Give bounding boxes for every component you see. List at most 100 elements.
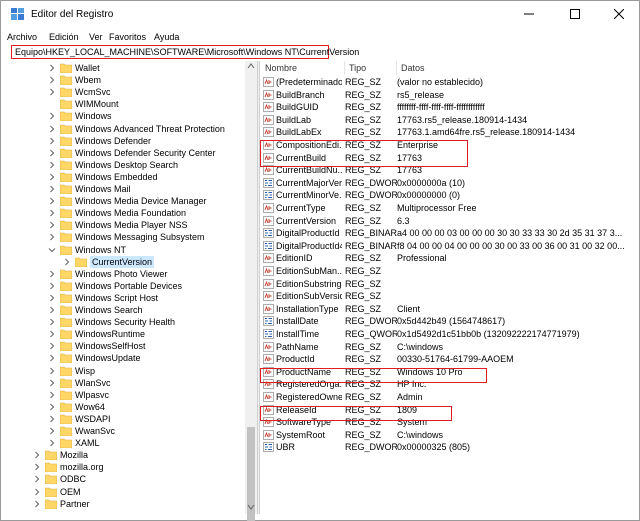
- tree-item[interactable]: WcmSvc: [1, 86, 245, 98]
- tree-item[interactable]: Windows: [1, 110, 245, 122]
- chevron-right-icon[interactable]: [33, 500, 41, 508]
- tree-item[interactable]: Mozilla: [1, 449, 245, 461]
- value-row[interactable]: ProductId REG_SZ 00330-51764-61799-AAOEM: [261, 353, 639, 366]
- chevron-right-icon[interactable]: [48, 137, 56, 145]
- value-row[interactable]: CurrentType REG_SZ Multiprocessor Free: [261, 202, 639, 215]
- value-row[interactable]: EditionSubstring REG_SZ: [261, 278, 639, 291]
- tree-item[interactable]: Windows Photo Viewer: [1, 268, 245, 280]
- close-button[interactable]: [597, 1, 640, 27]
- tree-item[interactable]: Partner: [1, 498, 245, 510]
- chevron-right-icon[interactable]: [48, 185, 56, 193]
- value-row[interactable]: EditionID REG_SZ Professional: [261, 252, 639, 265]
- tree-scrollbar[interactable]: [245, 61, 257, 521]
- tree-item[interactable]: WindowsUpdate: [1, 352, 245, 364]
- chevron-right-icon[interactable]: [48, 427, 56, 435]
- tree-item[interactable]: Windows Defender: [1, 135, 245, 147]
- chevron-right-icon[interactable]: [48, 391, 56, 399]
- values-list[interactable]: Nombre Tipo Datos (Predeterminado) REG_SZ…: [261, 61, 639, 514]
- chevron-right-icon[interactable]: [48, 149, 56, 157]
- chevron-right-icon[interactable]: [48, 330, 56, 338]
- chevron-right-icon[interactable]: [33, 475, 41, 483]
- minimize-button[interactable]: [507, 1, 551, 27]
- chevron-right-icon[interactable]: [48, 233, 56, 241]
- chevron-right-icon[interactable]: [63, 258, 71, 266]
- tree-item[interactable]: WwanSvc: [1, 425, 245, 437]
- tree-item[interactable]: CurrentVersion: [1, 255, 245, 268]
- chevron-right-icon[interactable]: [33, 488, 41, 496]
- tree-item[interactable]: WindowsSelfHost: [1, 340, 245, 352]
- tree-item[interactable]: Wow64: [1, 401, 245, 413]
- menu-edicion[interactable]: Edición: [49, 32, 79, 42]
- tree-item[interactable]: ODBC: [1, 473, 245, 485]
- maximize-button[interactable]: [553, 1, 597, 27]
- value-row[interactable]: CompositionEdi... REG_SZ Enterprise: [261, 139, 639, 152]
- chevron-right-icon[interactable]: [48, 221, 56, 229]
- chevron-right-icon[interactable]: [48, 112, 56, 120]
- tree-item[interactable]: Wlpasvc: [1, 389, 245, 401]
- value-row[interactable]: BuildLabEx REG_SZ 17763.1.amd64fre.rs5_rel…: [261, 126, 639, 139]
- value-row[interactable]: CurrentBuildNu... REG_SZ 17763: [261, 164, 639, 177]
- tree-item[interactable]: Windows Mail: [1, 183, 245, 195]
- chevron-right-icon[interactable]: [48, 354, 56, 362]
- column-header-data[interactable]: Datos: [397, 61, 639, 75]
- key-tree[interactable]: Wallet Wbem WcmSvc WIMMount Windows Windows A…: [1, 61, 257, 514]
- value-row[interactable]: (Predeterminado) REG_SZ (valor no establec…: [261, 76, 639, 89]
- chevron-right-icon[interactable]: [33, 463, 41, 471]
- chevron-right-icon[interactable]: [48, 161, 56, 169]
- chevron-right-icon[interactable]: [48, 342, 56, 350]
- tree-item[interactable]: Windows Portable Devices: [1, 280, 245, 292]
- menu-favoritos[interactable]: Favoritos: [109, 32, 146, 42]
- value-row[interactable]: EditionSubVersionREG_SZ: [261, 290, 639, 303]
- tree-item[interactable]: Windows Advanced Threat Protection: [1, 123, 245, 135]
- chevron-right-icon[interactable]: [48, 403, 56, 411]
- value-row[interactable]: CurrentVersion REG_SZ 6.3: [261, 215, 639, 228]
- tree-item[interactable]: Windows Script Host: [1, 292, 245, 304]
- value-row[interactable]: InstallTime REG_QWORD0x1d5492d1c51bb0b (1…: [261, 328, 639, 341]
- chevron-right-icon[interactable]: [48, 197, 56, 205]
- chevron-right-icon[interactable]: [48, 294, 56, 302]
- tree-item[interactable]: WlanSvc: [1, 377, 245, 389]
- chevron-right-icon[interactable]: [48, 88, 56, 96]
- tree-item[interactable]: Windows Media Player NSS: [1, 219, 245, 231]
- chevron-right-icon[interactable]: [48, 306, 56, 314]
- menu-ver[interactable]: Ver: [89, 32, 103, 42]
- value-row[interactable]: InstallDate REG_DWORD0x5d442b49 (15647486…: [261, 315, 639, 328]
- address-bar[interactable]: Equipo\HKEY_LOCAL_MACHINE\SOFTWARE\Micro…: [11, 45, 359, 59]
- tree-item[interactable]: Windows Media Device Manager: [1, 195, 245, 207]
- chevron-right-icon[interactable]: [33, 451, 41, 459]
- chevron-right-icon[interactable]: [48, 125, 56, 133]
- value-row[interactable]: BuildBranch REG_SZ rs5_release: [261, 89, 639, 102]
- chevron-right-icon[interactable]: [48, 76, 56, 84]
- tree-item[interactable]: Windows NT: [1, 244, 245, 256]
- tree-item[interactable]: WIMMount: [1, 98, 245, 110]
- value-row[interactable]: SoftwareType REG_SZ System: [261, 416, 639, 429]
- value-row[interactable]: CurrentBuild REG_SZ 17763: [261, 152, 639, 165]
- value-row[interactable]: ProductName REG_SZ Windows 10 Pro: [261, 366, 639, 379]
- tree-item[interactable]: WSDAPI: [1, 413, 245, 425]
- value-row[interactable]: BuildLab REG_SZ 17763.rs5_release.180914-1…: [261, 114, 639, 127]
- tree-item[interactable]: Windows Security Health: [1, 316, 245, 328]
- tree-item[interactable]: Windows Messaging Subsystem: [1, 231, 245, 243]
- value-row[interactable]: EditionSubMan... REG_SZ: [261, 265, 639, 278]
- value-row[interactable]: BuildGUID REG_SZ ffffffff-ffff-ffff-ffff-f…: [261, 101, 639, 114]
- value-row[interactable]: RegisteredOwner REG_SZ Admin: [261, 391, 639, 404]
- scroll-up-icon[interactable]: [247, 63, 255, 69]
- value-row[interactable]: UBR REG_DWORD0x00000325 (805): [261, 441, 639, 454]
- chevron-right-icon[interactable]: [48, 173, 56, 181]
- tree-item[interactable]: Windows Search: [1, 304, 245, 316]
- column-header-name[interactable]: Nombre: [261, 61, 345, 75]
- value-row[interactable]: DigitalProductId REG_BINARYa4 00 00 00 03…: [261, 227, 639, 240]
- tree-item[interactable]: XAML: [1, 437, 245, 449]
- chevron-right-icon[interactable]: [48, 64, 56, 72]
- tree-item[interactable]: WindowsRuntime: [1, 328, 245, 340]
- column-header-type[interactable]: Tipo: [345, 61, 397, 75]
- value-row[interactable]: PathName REG_SZ C:\windows: [261, 341, 639, 354]
- value-row[interactable]: CurrentMinorVe...REG_DWORD0x00000000 (0): [261, 189, 639, 202]
- value-row[interactable]: CurrentMajorVer...REG_DWORD0x0000000a (1…: [261, 177, 639, 190]
- chevron-right-icon[interactable]: [48, 270, 56, 278]
- chevron-right-icon[interactable]: [48, 318, 56, 326]
- tree-item[interactable]: Windows Desktop Search: [1, 159, 245, 171]
- tree-item[interactable]: OEM: [1, 486, 245, 498]
- value-row[interactable]: RegisteredOrga... REG_SZ HP Inc.: [261, 378, 639, 391]
- tree-item[interactable]: Wbem: [1, 74, 245, 86]
